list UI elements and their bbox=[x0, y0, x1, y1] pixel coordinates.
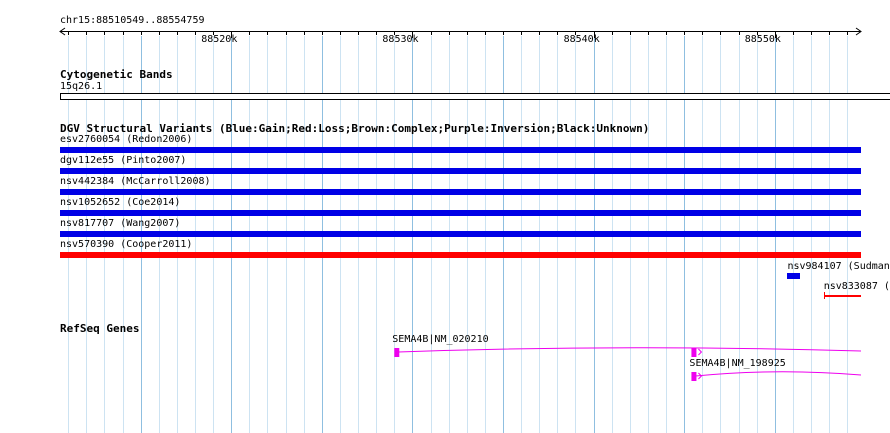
dgv-variant-bar[interactable] bbox=[60, 168, 861, 174]
ruler-tick-label: 88550k bbox=[744, 34, 781, 45]
dgv-variant-bar[interactable] bbox=[823, 295, 861, 297]
refseq-exon bbox=[691, 348, 697, 357]
ruler-tick-label: 88530k bbox=[382, 34, 419, 45]
dgv-variant-label: nsv833087 ( bbox=[823, 281, 890, 292]
dgv-variant-label: nsv442384 (McCarroll2008) bbox=[60, 176, 211, 187]
cytoband-box bbox=[60, 93, 890, 100]
refseq-exon bbox=[691, 372, 697, 381]
refseq-gene-label: SEMA4B|NM_198925 bbox=[689, 358, 786, 369]
refseq-exon bbox=[394, 348, 400, 357]
dgv-variant-label: nsv984107 (Sudman bbox=[787, 261, 890, 272]
dgv-variant-cap bbox=[823, 292, 825, 299]
dgv-variant-bar[interactable] bbox=[60, 210, 861, 216]
dgv-variant-label: esv2760054 (Redon2006) bbox=[60, 134, 193, 145]
dgv-variant-label: nsv817707 (Wang2007) bbox=[60, 218, 181, 229]
dgv-variant-bar[interactable] bbox=[787, 273, 801, 279]
cytoband-label: 15q26.1 bbox=[60, 81, 103, 92]
cytoband-track-title: Cytogenetic Bands bbox=[60, 68, 173, 81]
dgv-variant-label: dgv112e55 (Pinto2007) bbox=[60, 155, 187, 166]
ruler-tick-label: 88520k bbox=[201, 34, 238, 45]
dgv-variant-bar[interactable] bbox=[60, 231, 861, 237]
dgv-variant-bar[interactable] bbox=[60, 252, 861, 258]
dgv-variant-label: nsv1052652 (Coe2014) bbox=[60, 197, 181, 208]
dgv-variant-bar[interactable] bbox=[60, 189, 861, 195]
refseq-track-title: RefSeq Genes bbox=[60, 322, 140, 335]
region-label: chr15:88510549..88554759 bbox=[60, 15, 205, 26]
refseq-strand-arrow bbox=[698, 348, 703, 356]
dgv-variant-bar[interactable] bbox=[60, 147, 861, 153]
refseq-gene-label: SEMA4B|NM_020210 bbox=[392, 334, 489, 345]
ruler-tick-label: 88540k bbox=[563, 34, 600, 45]
dgv-variant-label: nsv570390 (Cooper2011) bbox=[60, 239, 193, 250]
